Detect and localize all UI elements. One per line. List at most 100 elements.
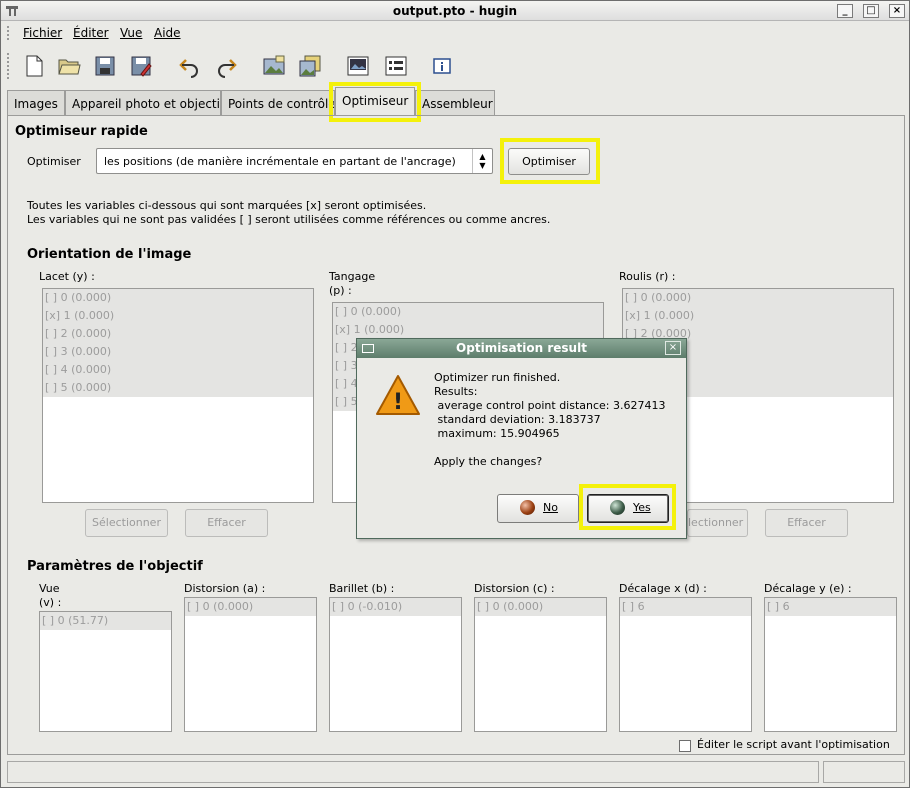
menu-aide[interactable]: Aide: [154, 26, 181, 40]
add-images-icon[interactable]: [259, 51, 289, 81]
list-item[interactable]: [ ] 0 (0.000): [43, 289, 313, 307]
preview-icon[interactable]: [343, 51, 373, 81]
optimize-button[interactable]: Optimiser: [508, 148, 590, 175]
yes-button[interactable]: Yes: [587, 494, 669, 523]
dialog-line-5: maximum: 15.904965: [434, 427, 560, 440]
menubar-grip[interactable]: [7, 26, 11, 40]
list-item[interactable]: [ ] 0 (0.000): [185, 598, 316, 616]
pitch-label-line1: Tangage: [329, 270, 376, 283]
barrel-b-list[interactable]: [ ] 0 (-0.010): [329, 597, 462, 732]
menu-bar: Fichier Éditer Vue Aide: [1, 22, 909, 44]
no-button[interactable]: No: [497, 494, 579, 523]
combo-arrows-icon: ▲ ▼: [472, 149, 492, 173]
tab-optimiseur[interactable]: Optimiseur: [335, 87, 415, 116]
list-item[interactable]: [ ] 0 (0.000): [333, 303, 603, 321]
tab-images[interactable]: Images: [7, 90, 65, 116]
title-bar[interactable]: output.pto - hugin _ □ ×: [1, 1, 909, 21]
tab-assembleur[interactable]: Assembleur: [415, 90, 495, 116]
warning-glyph: !: [393, 390, 403, 415]
distortion-c-label: Distorsion (c) :: [474, 582, 555, 595]
list-item[interactable]: [ ] 4 (0.000): [43, 361, 313, 379]
list-item[interactable]: [x] 1 (0.000): [333, 321, 603, 339]
dialog-line-4: standard deviation: 3.183737: [434, 413, 601, 426]
distortion-a-list[interactable]: [ ] 0 (0.000): [184, 597, 317, 732]
dialog-line-1: Optimizer run finished.: [434, 371, 561, 384]
no-button-label: No: [543, 501, 558, 514]
menu-editer[interactable]: Éditer: [73, 26, 109, 40]
tab-images-label: Images: [14, 97, 58, 111]
dialog-close-button[interactable]: ×: [665, 341, 681, 355]
list-item[interactable]: [ ] 6: [620, 598, 751, 616]
edit-script-checkbox[interactable]: [679, 740, 691, 752]
yaw-select-button[interactable]: Sélectionner: [85, 509, 168, 537]
optimisation-result-dialog: Optimisation result × ! Optimizer run fi…: [356, 338, 687, 539]
list-item[interactable]: [x] 1 (0.000): [623, 307, 893, 325]
list-item[interactable]: [ ] 5 (0.000): [43, 379, 313, 397]
dialog-title-bar[interactable]: Optimisation result ×: [357, 339, 686, 358]
main-window: output.pto - hugin _ □ × Fichier Éditer …: [0, 0, 910, 788]
tab-appareil-photo-label: Appareil photo et objectif: [72, 97, 221, 111]
orientation-title: Orientation de l'image: [27, 247, 192, 262]
tab-points-de-controle-label: Points de contrôle: [228, 97, 335, 111]
shift-e-label: Décalage y (e) :: [764, 582, 852, 595]
roll-clear-button[interactable]: Effacer: [765, 509, 848, 537]
tab-points-de-controle[interactable]: Points de contrôle: [221, 90, 335, 116]
tab-optimiseur-label: Optimiseur: [342, 94, 409, 108]
save-icon[interactable]: [90, 51, 120, 81]
yes-button-label: Yes: [633, 501, 651, 514]
menu-vue[interactable]: Vue: [120, 26, 142, 40]
pitch-label-line2: (p) :: [329, 284, 352, 297]
close-button[interactable]: ×: [889, 4, 905, 18]
yaw-label: Lacet (y) :: [39, 270, 95, 283]
list-item[interactable]: [ ] 2 (0.000): [43, 325, 313, 343]
list-item[interactable]: [ ] 0 (-0.010): [330, 598, 461, 616]
menu-fichier-label: Fichier: [23, 26, 63, 40]
save-as-icon[interactable]: [126, 51, 156, 81]
list-item[interactable]: [ ] 0 (0.000): [623, 289, 893, 307]
list-item[interactable]: [ ] 3 (0.000): [43, 343, 313, 361]
lens-params-title: Paramètres de l'objectif: [27, 559, 203, 574]
yaw-list[interactable]: [ ] 0 (0.000) [x] 1 (0.000) [ ] 2 (0.000…: [42, 288, 314, 503]
dialog-title: Optimisation result: [456, 341, 587, 355]
list-item[interactable]: [ ] 0 (51.77): [40, 612, 171, 630]
info-icon[interactable]: [427, 51, 457, 81]
open-folder-icon[interactable]: [54, 51, 84, 81]
shift-e-list[interactable]: [ ] 6: [764, 597, 897, 732]
edit-script-label: Éditer le script avant l'optimisation: [697, 738, 890, 751]
list-item[interactable]: [ ] 6: [765, 598, 896, 616]
barrel-b-label: Barillet (b) :: [329, 582, 395, 595]
view-list[interactable]: [ ] 0 (51.77): [39, 611, 172, 732]
distortion-c-list[interactable]: [ ] 0 (0.000): [474, 597, 607, 732]
new-document-icon[interactable]: [19, 51, 49, 81]
optimize-mode-select[interactable]: les positions (de manière incrémentale e…: [96, 148, 493, 174]
dialog-line-3: average control point distance: 3.627413: [434, 399, 666, 412]
optimize-mode-value: les positions (de manière incrémentale e…: [104, 155, 456, 168]
yes-ball-icon: [610, 500, 625, 515]
no-ball-icon: [520, 500, 535, 515]
tab-appareil-photo[interactable]: Appareil photo et objectif: [65, 90, 221, 116]
shift-d-list[interactable]: [ ] 6: [619, 597, 752, 732]
menu-editer-label: Éditer: [73, 26, 109, 40]
toolbar-grip[interactable]: [7, 53, 11, 79]
warning-icon: !: [376, 375, 420, 415]
optimize-label: Optimiser: [27, 155, 81, 168]
add-series-icon[interactable]: [295, 51, 325, 81]
info-line-1: Toutes les variables ci-dessous qui sont…: [27, 199, 427, 212]
toolbar: [1, 45, 909, 87]
dialog-line-2: Results:: [434, 385, 478, 398]
status-bar: [7, 761, 819, 783]
control-points-icon[interactable]: [381, 51, 411, 81]
list-item[interactable]: [x] 1 (0.000): [43, 307, 313, 325]
roll-select-button[interactable]: lectionner: [687, 509, 748, 537]
quick-optimizer-title: Optimiseur rapide: [15, 124, 148, 139]
info-line-2: Les variables qui ne sont pas validées […: [27, 213, 551, 226]
shift-d-label: Décalage x (d) :: [619, 582, 707, 595]
maximize-button[interactable]: □: [863, 4, 879, 18]
menu-fichier[interactable]: Fichier: [23, 26, 62, 40]
yaw-clear-button[interactable]: Effacer: [185, 509, 268, 537]
minimize-button[interactable]: _: [837, 4, 853, 18]
list-item[interactable]: [ ] 0 (0.000): [475, 598, 606, 616]
redo-icon[interactable]: [211, 51, 241, 81]
window-title: output.pto - hugin: [392, 4, 518, 18]
undo-icon[interactable]: [175, 51, 205, 81]
